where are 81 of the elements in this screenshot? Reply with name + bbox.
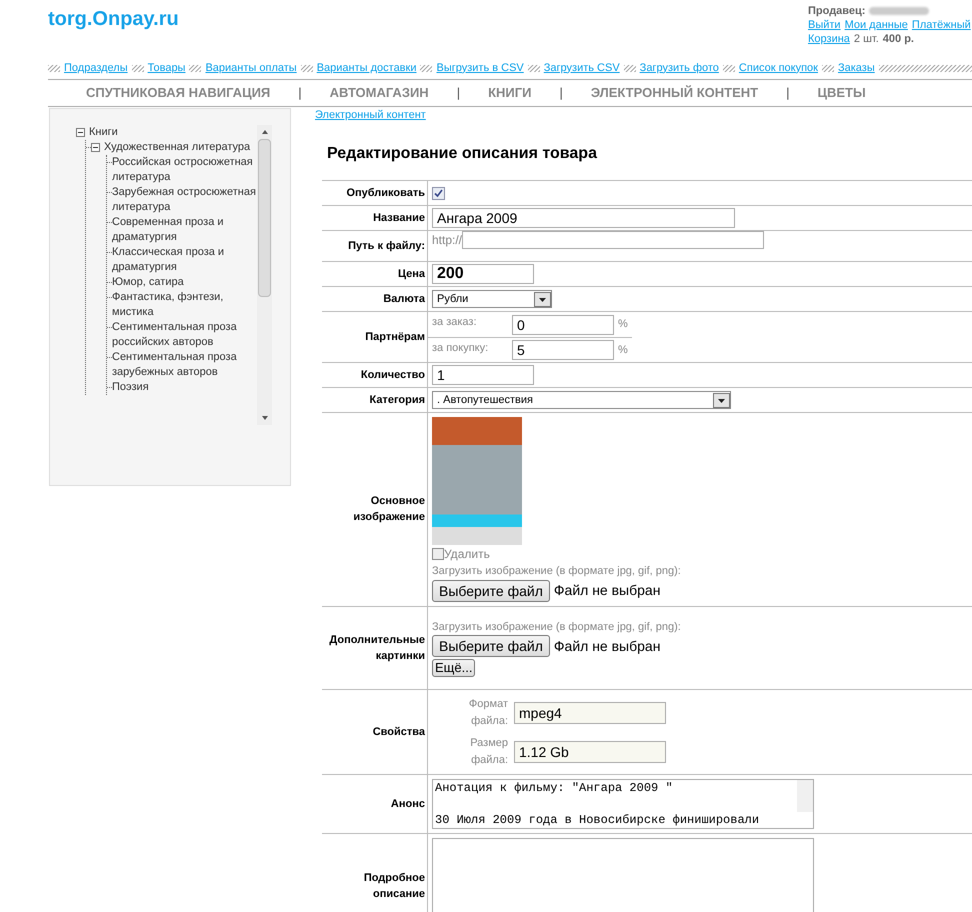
- hatch-mark: [822, 64, 834, 72]
- scrollbar[interactable]: [797, 780, 813, 812]
- category-separator: |: [298, 84, 302, 102]
- tree-item[interactable]: Книги: [89, 125, 118, 140]
- cart-count: 2 шт.: [854, 32, 879, 46]
- choose-file-button[interactable]: Выберите файл: [432, 580, 550, 602]
- hatch-mark: [132, 64, 144, 72]
- percent-input[interactable]: 5: [512, 340, 614, 360]
- file-path-input[interactable]: [462, 231, 764, 249]
- percent-sign: %: [618, 317, 628, 332]
- tree-item[interactable]: Современная проза и драматургия: [112, 215, 257, 245]
- category-link[interactable]: СПУТНИКОВАЯ НАВИГАЦИЯ: [86, 83, 270, 103]
- checkmark-icon: [434, 188, 443, 198]
- partner-field-label: за заказ:: [432, 315, 478, 330]
- quantity-input[interactable]: 1: [432, 365, 534, 385]
- hatch-mark: [189, 64, 202, 72]
- page-title: Редактирование описания товара: [327, 144, 598, 164]
- field-label: Дополнительные картинки: [328, 632, 425, 664]
- tree-item[interactable]: Художественная литература: [104, 140, 250, 155]
- field-label: Подробное описание: [362, 871, 425, 902]
- category-link[interactable]: АВТОМАГАЗИН: [330, 83, 429, 103]
- more-button[interactable]: Ещё...: [432, 659, 476, 677]
- hatch-mark: [722, 64, 735, 72]
- category-separator: |: [456, 84, 460, 102]
- field-label: Название: [373, 211, 425, 226]
- publish-checkbox[interactable]: [432, 186, 445, 200]
- category-link[interactable]: ЭЛЕКТРОННЫЙ КОНТЕНТ: [590, 83, 758, 103]
- property-input[interactable]: mpeg4: [514, 702, 666, 724]
- scrollbar[interactable]: [257, 125, 272, 425]
- tree-item[interactable]: Фантастика, фэнтези, мистика: [112, 290, 257, 320]
- field-label: Валюта: [383, 292, 425, 307]
- field-label: Партнёрам: [365, 330, 425, 345]
- choose-file-button[interactable]: Выберите файл: [432, 635, 550, 657]
- select-field[interactable]: Рубли: [432, 290, 552, 308]
- file-status: Файл не выбран: [554, 581, 660, 600]
- tree-item[interactable]: Юмор, сатира: [112, 275, 184, 290]
- category-link[interactable]: ЦВЕТЫ: [817, 83, 866, 103]
- tree-item[interactable]: Поэзия: [112, 380, 149, 395]
- percent-sign: %: [618, 342, 628, 358]
- category-separator: |: [559, 84, 563, 102]
- url-prefix: http://: [432, 232, 462, 249]
- hatch-mark: [48, 64, 60, 72]
- field-label: Путь к файлу:: [348, 239, 425, 254]
- field-label: Опубликовать: [346, 186, 425, 201]
- hatch-mark: [528, 64, 540, 72]
- seller-label: Продавец:: [808, 4, 866, 18]
- field-label: Цена: [398, 267, 425, 282]
- delete-checkbox[interactable]: [432, 548, 444, 560]
- property-input[interactable]: 1.12 Gb: [514, 740, 666, 762]
- scroll-thumb[interactable]: [258, 139, 271, 297]
- upload-hint: Загрузить изображение (в формате jpg, gif, png):: [432, 564, 681, 579]
- upload-hint: Загрузить изображение (в формате jpg, gif, png):: [432, 620, 681, 634]
- field-label: Категория: [369, 393, 425, 408]
- partner-field-label: за покупку:: [432, 341, 490, 356]
- property-label: Размер файла:: [469, 736, 509, 768]
- collapse-icon[interactable]: [76, 128, 85, 137]
- tree-item[interactable]: Сентиментальная проза зарубежных авторов: [112, 350, 257, 380]
- field-label: Основное изображение: [352, 494, 425, 526]
- tree-item[interactable]: Сентиментальная проза российских авторов: [112, 320, 257, 350]
- collapse-icon[interactable]: [91, 143, 100, 152]
- cart-total: 400 р.: [882, 32, 914, 46]
- hatch-mark: [624, 64, 636, 72]
- tree-item[interactable]: Классическая проза и драматургия: [112, 245, 257, 275]
- delete-label: Удалить: [444, 546, 490, 563]
- property-label: Формат файла:: [468, 697, 509, 728]
- hatch-mark: [300, 64, 313, 72]
- category-link[interactable]: КНИГИ: [488, 83, 532, 103]
- select-field[interactable]: . Автопутешествия: [432, 391, 731, 409]
- percent-input[interactable]: 0: [512, 314, 614, 334]
- redacted-text: [869, 7, 930, 15]
- tree-item[interactable]: Российская остросюжетная литература: [112, 155, 257, 185]
- tree-item[interactable]: Зарубежная остросюжетная литература: [112, 185, 257, 215]
- hatch-mark: [420, 64, 432, 72]
- file-status: Файл не выбран: [554, 636, 660, 656]
- announcement-textarea[interactable]: Анотация к фильму: "Ангара 2009 " 30 Июля 2009 года в Новосибирске финишировали: [432, 779, 814, 829]
- field-label: Количество: [360, 368, 425, 383]
- field-label: Свойства: [372, 725, 425, 740]
- category-separator: |: [786, 84, 790, 102]
- field-label: Анонс: [390, 797, 425, 812]
- name-input[interactable]: Ангара 2009: [432, 208, 735, 228]
- price-input[interactable]: 200: [432, 264, 534, 284]
